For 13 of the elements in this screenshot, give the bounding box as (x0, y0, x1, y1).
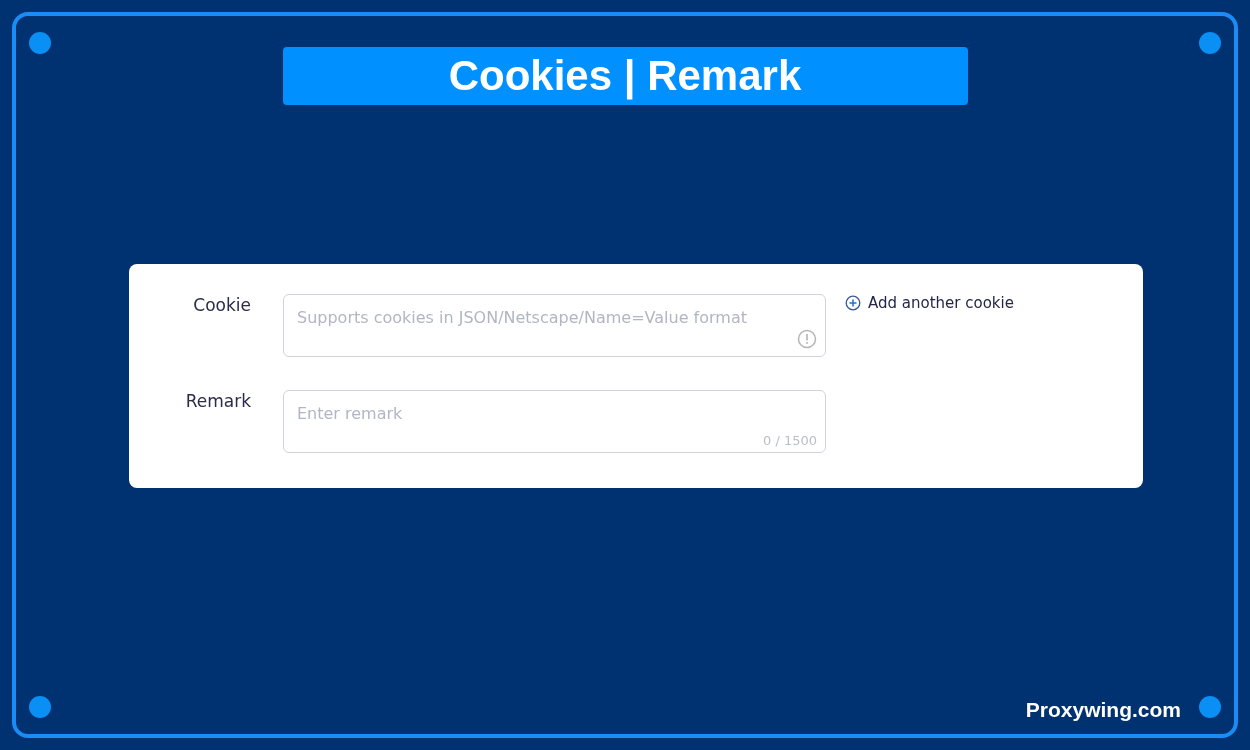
corner-dot (29, 696, 51, 718)
field-label: Cookie (192, 295, 251, 315)
site-name: Proxywing.com (1025, 698, 1181, 722)
character-counter: 0 / 1500 (763, 433, 817, 448)
title-banner: Cookies | Remark (282, 47, 968, 105)
warning-icon (797, 329, 817, 349)
corner-dot (29, 32, 51, 54)
field-label: Remark (184, 391, 251, 411)
corner-dot (1199, 32, 1221, 54)
add-cookie-link[interactable]: Add another cookie (845, 294, 1014, 312)
corner-dot (1199, 696, 1221, 718)
cookie-field[interactable]: Supports cookies in JSON/Netscape/Name=Value format (283, 294, 826, 357)
plus-circle-icon (845, 295, 861, 311)
